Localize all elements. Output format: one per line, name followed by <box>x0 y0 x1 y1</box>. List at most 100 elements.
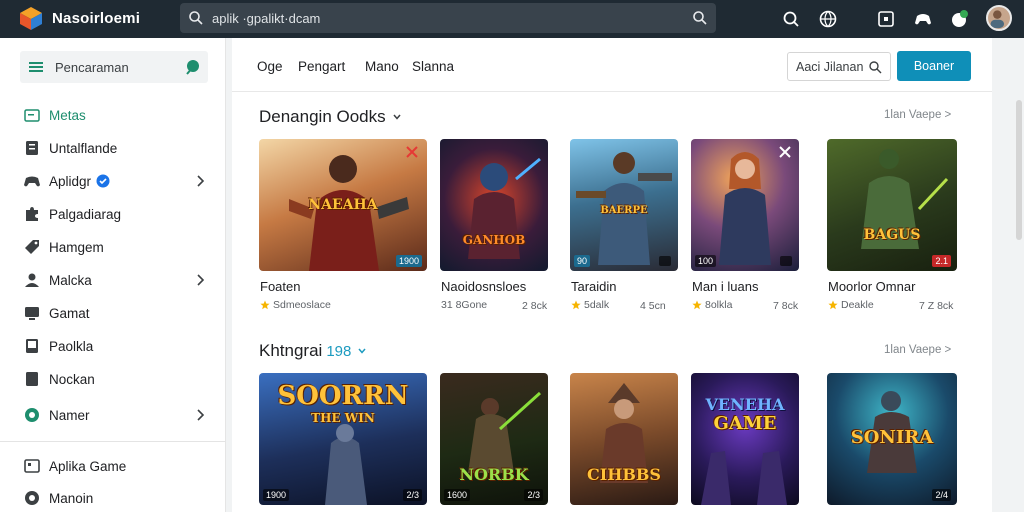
chevron-down-icon[interactable] <box>392 112 402 122</box>
game-thumbnail[interactable]: VENEHA GAME <box>691 373 799 505</box>
bookmark-icon <box>26 372 38 386</box>
sidebar-item-aplika-game[interactable]: Aplika Game <box>20 453 216 479</box>
sidebar-header-label: Pencaraman <box>55 60 129 75</box>
chevron-right-icon[interactable] <box>194 408 206 422</box>
game-card[interactable]: BAGUS 2.1 Moorlor Omnar Deakle 7 Z 8ck <box>827 139 957 312</box>
sidebar-divider <box>0 441 226 442</box>
player-count-badge: 2/4 <box>932 489 951 501</box>
app-logo-icon[interactable] <box>18 5 44 31</box>
grid-icon <box>24 459 40 473</box>
filter-field[interactable]: Aaci Jilanan <box>787 52 891 81</box>
game-card[interactable]: BAERPE 90 Taraidin 5dalk 4 5cn <box>570 139 678 312</box>
image-icon <box>24 109 40 122</box>
rating-badge: 100 <box>695 255 717 267</box>
game-thumbnail[interactable]: SOORRN THE WIN 1900 2/3 <box>259 373 427 505</box>
notification-icon[interactable] <box>949 9 969 29</box>
game-thumbnail[interactable]: BAERPE 90 <box>570 139 678 271</box>
rating-badge: 1600 <box>444 489 471 501</box>
game-controller-icon <box>24 176 40 187</box>
sidebar-item-nockan[interactable]: Nockan <box>20 366 216 392</box>
scrollbar[interactable] <box>1016 100 1022 240</box>
game-card[interactable]: NAEAHA 1900 Foaten Sdmeoslace <box>259 139 427 311</box>
avatar[interactable] <box>986 5 1012 31</box>
section-title[interactable]: Denangin Oodks <box>259 107 402 127</box>
document-icon <box>26 141 38 155</box>
game-title-art: NAEAHA <box>308 197 378 213</box>
sidebar-item-manoin[interactable]: Manoin <box>20 485 216 511</box>
game-card[interactable]: GANHOB Naoidosnsloes 31 8Gone 2 8ck <box>440 139 548 312</box>
verified-badge-icon <box>96 174 110 188</box>
tab-mano[interactable]: Mano <box>365 59 399 74</box>
refresh-icon[interactable] <box>781 9 801 29</box>
game-card[interactable]: 100 Man i luans 8olkla 7 8ck <box>691 139 799 312</box>
sidebar-item-metas[interactable]: Metas <box>20 102 216 128</box>
primary-button[interactable]: Boaner <box>897 51 971 81</box>
game-meta: Sdmeoslace <box>260 299 331 311</box>
game-thumbnail[interactable]: 100 <box>691 139 799 271</box>
filter-label: Aaci Jilanan <box>796 60 864 74</box>
tab-oge[interactable]: Oge <box>257 59 283 74</box>
window-icon[interactable] <box>876 9 896 29</box>
chevron-right-icon[interactable] <box>194 174 206 188</box>
game-title[interactable]: Naoidosnsloes <box>441 279 526 294</box>
search-input[interactable] <box>212 9 652 27</box>
game-thumbnail[interactable]: NORBK 1600 2/3 <box>440 373 548 505</box>
view-more-link[interactable]: 1lan Vaepe > <box>884 344 951 356</box>
game-controller-icon[interactable] <box>913 9 933 29</box>
game-card[interactable]: VENEHA GAME <box>691 373 799 505</box>
search-bar[interactable] <box>180 3 716 33</box>
tab-pengart[interactable]: Pengart <box>298 59 345 74</box>
game-card[interactable]: NORBK 1600 2/3 <box>440 373 548 505</box>
globe-icon[interactable] <box>818 9 838 29</box>
sidebar-item-malcka[interactable]: Malcka <box>20 267 216 293</box>
sidebar-item-hamgem[interactable]: Hamgem <box>20 234 216 260</box>
star-icon <box>692 300 702 310</box>
sidebar-item-untalflande[interactable]: Untalflande <box>20 135 216 161</box>
game-title-art: GANHOB <box>462 233 526 247</box>
game-title[interactable]: Man i luans <box>692 279 758 294</box>
game-meta: 31 8Gone <box>441 299 488 311</box>
game-size: 2 8ck <box>522 300 548 312</box>
player-count-badge: 2/3 <box>524 489 543 501</box>
tab-slanna[interactable]: Slanna <box>412 59 454 74</box>
game-thumbnail[interactable]: GANHOB <box>440 139 548 271</box>
game-title-art: SOORRN <box>277 381 409 411</box>
book-icon <box>26 339 38 353</box>
game-title[interactable]: Taraidin <box>571 279 617 294</box>
bookmark-icon[interactable] <box>405 145 419 159</box>
game-card[interactable]: CIHBBS <box>570 373 678 505</box>
game-meta: 5dalk <box>571 299 609 311</box>
chevron-right-icon[interactable] <box>194 273 206 287</box>
menu-icon[interactable] <box>29 60 43 74</box>
sidebar-item-gamat[interactable]: Gamat <box>20 300 216 326</box>
chevron-down-icon[interactable] <box>357 346 367 356</box>
view-more-link[interactable]: 1lan Vaepe > <box>884 109 951 121</box>
close-icon[interactable] <box>778 145 792 159</box>
game-card[interactable]: SONIRA 2/4 <box>827 373 957 505</box>
globe-icon <box>25 491 39 505</box>
game-title-art: BAERPE <box>600 205 648 216</box>
game-card[interactable]: SOORRN THE WIN 1900 2/3 <box>259 373 427 505</box>
game-thumbnail[interactable]: NAEAHA 1900 <box>259 139 427 271</box>
sidebar-item-namer[interactable]: Namer <box>20 402 216 428</box>
rating-badge: 1900 <box>395 255 422 267</box>
search-submit-icon[interactable] <box>692 10 708 26</box>
game-title[interactable]: Moorlor Omnar <box>828 279 915 294</box>
leaf-icon <box>186 60 199 75</box>
game-size: 7 Z 8ck <box>919 300 954 312</box>
section-title[interactable]: Khtngrai 198 <box>259 341 367 361</box>
rating-badge: 90 <box>574 255 591 267</box>
game-thumbnail[interactable]: BAGUS 2.1 <box>827 139 957 271</box>
game-thumbnail[interactable]: SONIRA 2/4 <box>827 373 957 505</box>
tag-icon <box>25 240 39 254</box>
sidebar-item-palgadiarag[interactable]: Palgadiarag <box>20 201 216 227</box>
puzzle-icon <box>26 207 38 221</box>
game-title[interactable]: Foaten <box>260 279 300 294</box>
sidebar-item-aplidgr[interactable]: Aplidgr <box>20 168 216 194</box>
sidebar-header[interactable]: Pencaraman <box>20 51 208 83</box>
gamepad-icon <box>780 256 792 266</box>
sidebar-item-paolkla[interactable]: Paolkla <box>20 333 216 359</box>
app-brand[interactable]: Nasoirloemi <box>52 10 140 27</box>
game-thumbnail[interactable]: CIHBBS <box>570 373 678 505</box>
search-icon <box>869 61 882 74</box>
